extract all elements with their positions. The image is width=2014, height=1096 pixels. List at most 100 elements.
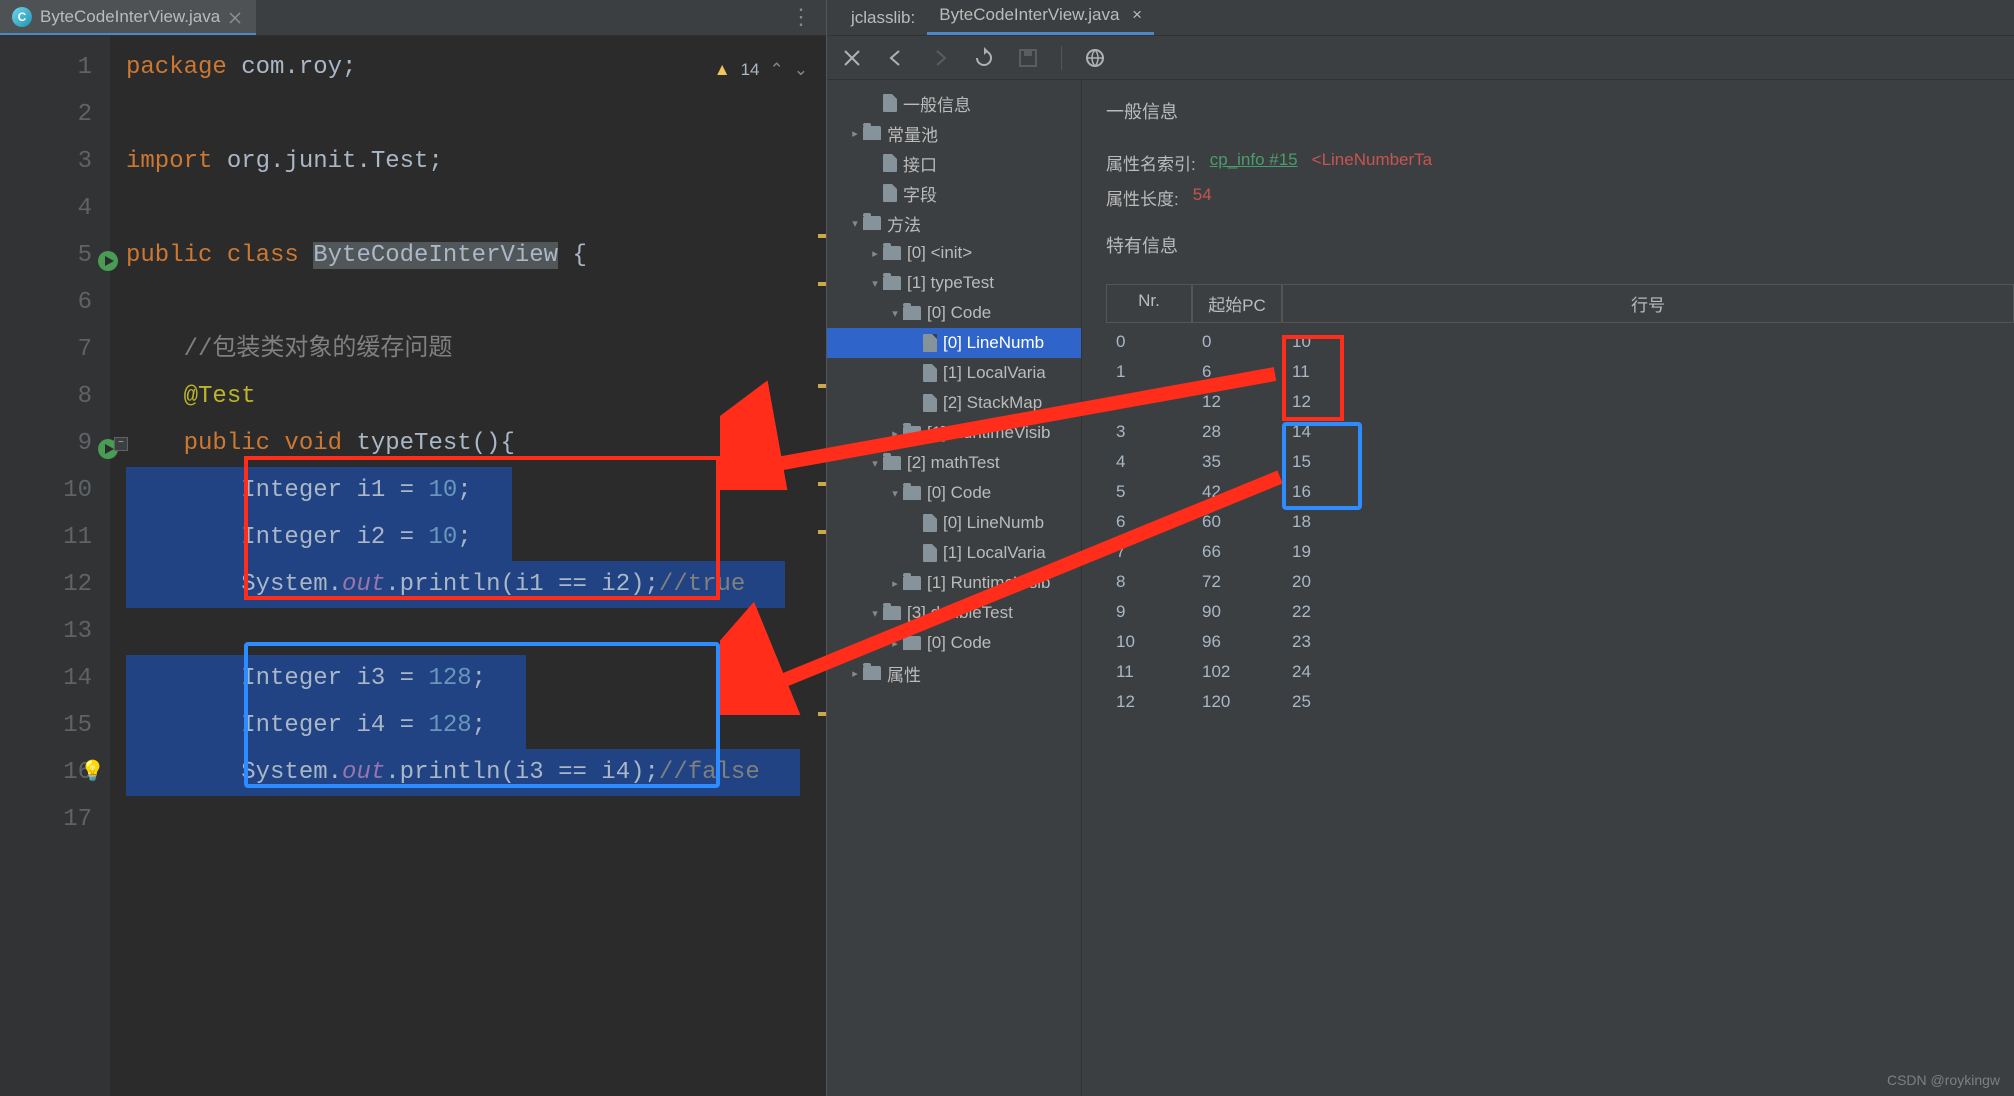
gutter-line[interactable]: 4	[0, 185, 92, 232]
col-startpc[interactable]: 起始PC	[1192, 284, 1282, 323]
gutter-line[interactable]: 2	[0, 91, 92, 138]
gutter-line[interactable]: 7	[0, 326, 92, 373]
tree-node[interactable]: ▾[1] typeTest	[827, 268, 1081, 298]
table-row[interactable]: 99022	[1106, 597, 2014, 627]
chevron-down-icon[interactable]: ▾	[867, 607, 883, 620]
gutter-line[interactable]: 16	[0, 749, 92, 796]
gutter-line[interactable]: 10	[0, 467, 92, 514]
code-line[interactable]: Integer i4 = 128;	[126, 702, 826, 749]
code-line[interactable]: System.out.println(i3 == i4);//false💡	[126, 749, 826, 796]
tree-node[interactable]: ▸[1] RuntimeVisib	[827, 568, 1081, 598]
tree-node[interactable]: ▸常量池	[827, 118, 1081, 148]
col-nr[interactable]: Nr.	[1106, 284, 1192, 323]
gutter-line[interactable]: 9	[0, 420, 92, 467]
table-row[interactable]: 1611	[1106, 357, 2014, 387]
gutter-line[interactable]: 12	[0, 561, 92, 608]
tree-node[interactable]: [2] StackMap	[827, 388, 1081, 418]
table-row[interactable]: 54216	[1106, 477, 2014, 507]
gutter-line[interactable]: 14	[0, 655, 92, 702]
table-row[interactable]: 1212025	[1106, 687, 2014, 717]
chevron-down-icon[interactable]: ▾	[847, 217, 863, 230]
code-line[interactable]: Integer i1 = 10;	[126, 467, 826, 514]
globe-icon[interactable]	[1084, 47, 1106, 69]
tree-node[interactable]: 接口	[827, 148, 1081, 178]
table-row[interactable]: 109623	[1106, 627, 2014, 657]
code-line[interactable]	[126, 279, 826, 326]
back-icon[interactable]	[885, 47, 907, 69]
gutter-line[interactable]: 5	[0, 232, 92, 279]
panel-tab-file[interactable]: ByteCodeInterView.java ×	[927, 0, 1154, 35]
close-icon[interactable]	[228, 10, 242, 24]
code-line[interactable]	[126, 608, 826, 655]
tree-node[interactable]: ▾ [3] doubleTest	[827, 598, 1081, 628]
forward-icon[interactable]	[929, 47, 951, 69]
code-line[interactable]	[126, 185, 826, 232]
gutter-line[interactable]: 3	[0, 138, 92, 185]
tree-node[interactable]: ▾方法	[827, 208, 1081, 238]
tree-node[interactable]: [1] LocalVaria	[827, 538, 1081, 568]
gutter-line[interactable]: 13	[0, 608, 92, 655]
code-line[interactable]: Integer i3 = 128;	[126, 655, 826, 702]
tree-node[interactable]: ▸属性	[827, 658, 1081, 688]
code-line[interactable]: //包装类对象的缓存问题	[126, 326, 826, 373]
chevron-right-icon[interactable]: ▸	[887, 637, 903, 650]
col-line[interactable]: 行号	[1282, 284, 2014, 323]
code-line[interactable]: @Test	[126, 373, 826, 420]
table-row[interactable]: 76619	[1106, 537, 2014, 567]
tree-node[interactable]: [1] LocalVaria	[827, 358, 1081, 388]
chevron-right-icon[interactable]: ▸	[867, 247, 883, 260]
code-line[interactable]: System.out.println(i1 == i2);//true	[126, 561, 826, 608]
intention-bulb-icon[interactable]: 💡	[80, 749, 105, 796]
chevron-right-icon[interactable]: ▸	[847, 127, 863, 140]
gutter-line[interactable]: 17	[0, 796, 92, 843]
table-row[interactable]: 21212	[1106, 387, 2014, 417]
chevron-down-icon[interactable]: ▾	[867, 457, 883, 470]
cp-link[interactable]: cp_info #15	[1210, 150, 1298, 175]
refresh-icon[interactable]	[973, 47, 995, 69]
tree-node[interactable]: ▾[0] Code	[827, 478, 1081, 508]
chevron-down-icon[interactable]: ▾	[867, 277, 883, 290]
table-row[interactable]: 1110224	[1106, 657, 2014, 687]
editor-tab[interactable]: C ByteCodeInterView.java	[0, 0, 256, 35]
table-row[interactable]: 32814	[1106, 417, 2014, 447]
close-icon[interactable]	[841, 47, 863, 69]
code-line[interactable]: Integer i2 = 10;	[126, 514, 826, 561]
gutter-line[interactable]: 8	[0, 373, 92, 420]
fold-icon[interactable]: −	[114, 437, 128, 451]
chevron-right-icon[interactable]: ▸	[847, 667, 863, 680]
tree-node[interactable]: 一般信息	[827, 88, 1081, 118]
chevron-right-icon[interactable]: ▸	[887, 577, 903, 590]
code-editor[interactable]: 1234567891011121314151617 ▲ 14 ⌃ ⌄	[0, 36, 826, 1096]
table-row[interactable]: 66018	[1106, 507, 2014, 537]
gutter-line[interactable]: 6	[0, 279, 92, 326]
save-icon[interactable]	[1017, 47, 1039, 69]
tab-overflow-menu[interactable]: ⋮	[790, 5, 826, 31]
close-icon[interactable]: ×	[1132, 5, 1142, 24]
gutter-line[interactable]: 15	[0, 702, 92, 749]
code-line[interactable]: package com.roy;	[126, 44, 826, 91]
code-line[interactable]: import org.junit.Test;	[126, 138, 826, 185]
tree-node[interactable]: ▾[2] mathTest	[827, 448, 1081, 478]
code-line[interactable]: public void typeTest(){−	[126, 420, 826, 467]
bytecode-tree[interactable]: 一般信息▸常量池接口字段▾方法▸[0] <init>▾[1] typeTest▾…	[827, 80, 1082, 1096]
table-row[interactable]: 43515	[1106, 447, 2014, 477]
tree-label: [3] doubleTest	[907, 603, 1013, 623]
editor-tab-bar: C ByteCodeInterView.java ⋮	[0, 0, 826, 36]
tree-node[interactable]: ▸[1] RuntimeVisib	[827, 418, 1081, 448]
chevron-down-icon[interactable]: ▾	[887, 307, 903, 320]
chevron-down-icon[interactable]: ▾	[887, 487, 903, 500]
chevron-right-icon[interactable]: ▸	[887, 427, 903, 440]
tree-node[interactable]: ▾[0] Code	[827, 298, 1081, 328]
tree-node[interactable]: 字段	[827, 178, 1081, 208]
code-line[interactable]: public class ByteCodeInterView {	[126, 232, 826, 279]
code-line[interactable]	[126, 796, 826, 843]
tree-node[interactable]: ▸[0] Code	[827, 628, 1081, 658]
tree-node[interactable]: [0] LineNumb	[827, 328, 1081, 358]
tree-node[interactable]: ▸[0] <init>	[827, 238, 1081, 268]
table-row[interactable]: 0010	[1106, 327, 2014, 357]
tree-node[interactable]: [0] LineNumb	[827, 508, 1081, 538]
table-row[interactable]: 87220	[1106, 567, 2014, 597]
gutter-line[interactable]: 11	[0, 514, 92, 561]
gutter-line[interactable]: 1	[0, 44, 92, 91]
code-line[interactable]	[126, 91, 826, 138]
